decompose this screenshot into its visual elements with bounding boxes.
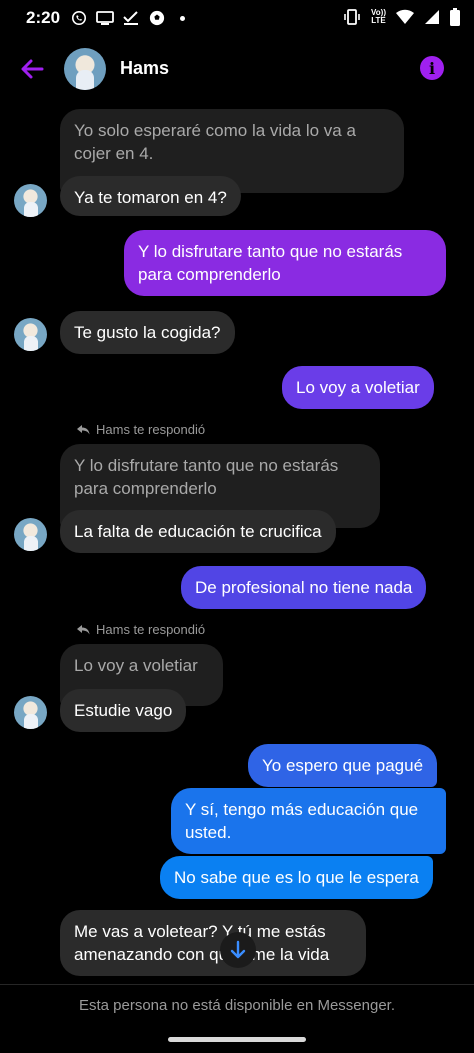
info-icon[interactable]: i <box>420 56 444 80</box>
reply-icon <box>77 424 90 434</box>
reply-notice: Hams te respondió <box>76 622 205 637</box>
incoming-message[interactable]: Te gusto la cogida? <box>60 311 235 354</box>
signal-icon <box>425 10 439 24</box>
reply-notice-text: Hams te respondió <box>96 422 206 437</box>
unavailable-notice: Esta persona no está disponible en Messe… <box>78 997 396 1014</box>
notification-icons <box>70 10 186 26</box>
incoming-message[interactable]: Ya te tomaron en 4? <box>60 176 241 216</box>
contact-name[interactable]: Hams <box>120 58 169 79</box>
wifi-icon <box>396 9 414 24</box>
outgoing-message[interactable]: No sabe que es lo que le espera <box>160 856 433 899</box>
reply-icon <box>77 624 90 634</box>
battery-icon <box>450 8 460 26</box>
outgoing-message[interactable]: Lo voy a voletiar <box>282 366 434 409</box>
home-indicator[interactable] <box>168 1037 306 1042</box>
sender-avatar[interactable] <box>14 184 47 217</box>
whatsapp-icon <box>72 10 87 26</box>
more-notifications-dot <box>180 15 186 21</box>
composer-disabled-footer: Esta persona no está disponible en Messe… <box>0 984 474 1053</box>
outgoing-message[interactable]: Y sí, tengo más educación que usted. <box>171 788 446 854</box>
sender-avatar[interactable] <box>14 696 47 729</box>
reply-notice-text: Hams te respondió <box>96 622 206 637</box>
status-bar: 2:20 Vo)) LTE <box>0 0 474 36</box>
back-arrow-icon[interactable] <box>18 55 46 83</box>
chat-header: Hams i <box>0 42 474 96</box>
reply-notice: Hams te respondió <box>76 422 205 437</box>
contact-avatar[interactable] <box>64 48 106 90</box>
task-check-icon <box>123 11 139 25</box>
sender-avatar[interactable] <box>14 518 47 551</box>
outgoing-message[interactable]: Y lo disfrutare tanto que no estarás par… <box>124 230 446 296</box>
sender-avatar[interactable] <box>14 318 47 351</box>
incoming-message[interactable]: La falta de educación te crucifica <box>60 510 336 553</box>
arrow-down-icon <box>230 940 246 959</box>
volte-indicator: Vo)) LTE <box>371 8 386 25</box>
scroll-to-bottom-button[interactable] <box>220 932 256 968</box>
incoming-message[interactable]: Estudie vago <box>60 689 187 732</box>
incoming-message[interactable]: Me vas a voletear? Y tú me estás amenaza… <box>60 910 366 976</box>
outgoing-message[interactable]: De profesional no tiene nada <box>181 566 427 609</box>
vibrate-icon <box>344 9 360 25</box>
system-icons: Vo)) LTE <box>343 8 460 26</box>
outgoing-message[interactable]: Yo espero que pagué <box>248 744 438 787</box>
soccer-ball-icon <box>149 10 165 26</box>
status-time: 2:20 <box>26 8 61 27</box>
tv-icon <box>96 11 114 25</box>
